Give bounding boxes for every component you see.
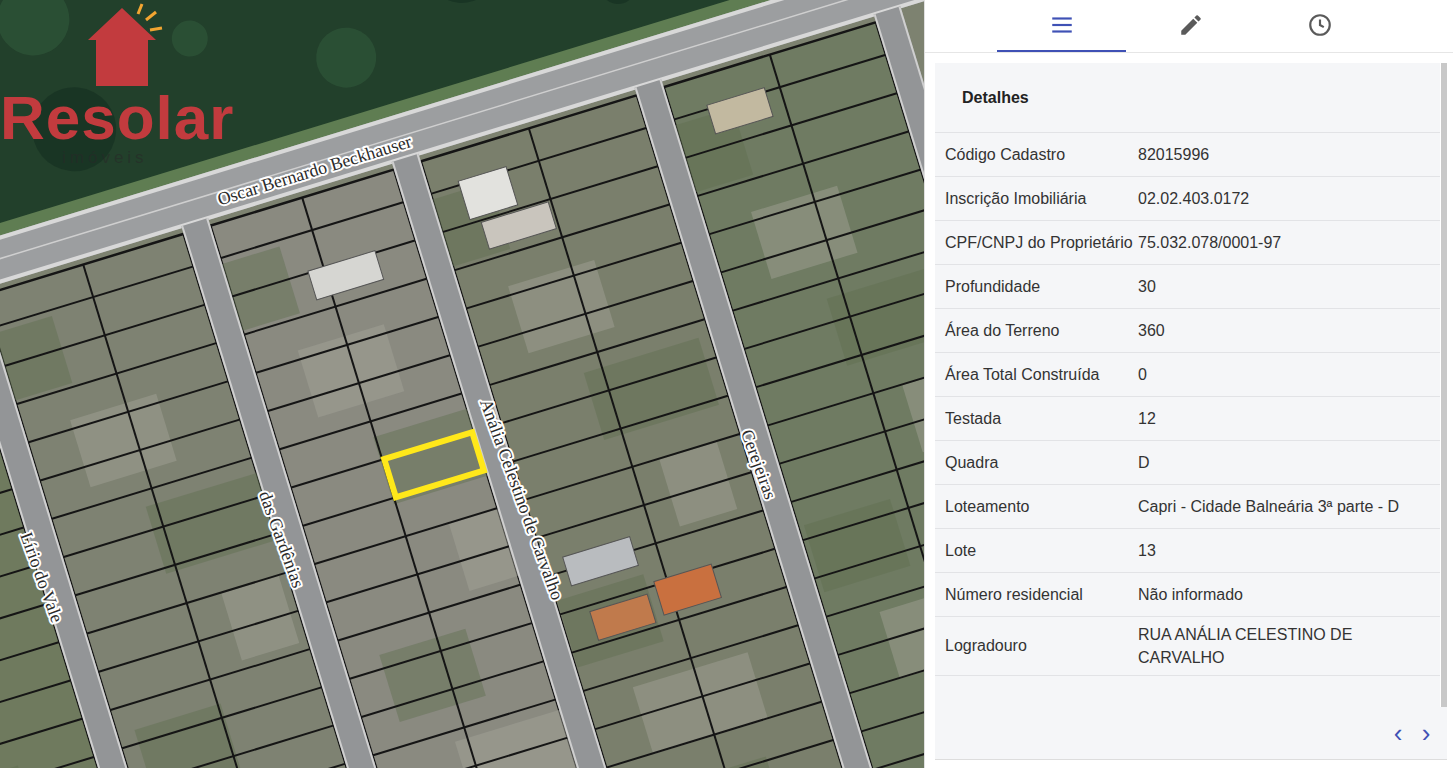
detail-label: Número residencial — [935, 578, 1138, 612]
scrollbar[interactable] — [1441, 63, 1447, 707]
house-logo-icon — [80, 0, 180, 90]
detail-value: 30 — [1138, 269, 1440, 304]
detail-row: Número residencialNão informado — [935, 573, 1440, 617]
pager: ‹› — [935, 707, 1447, 760]
street-label: Oscar Bernardo Beckhauser — [215, 131, 414, 209]
detail-row: Inscrição Imobiliária02.02.403.0172 — [935, 177, 1440, 221]
detail-label: Inscrição Imobiliária — [935, 182, 1138, 216]
tab-bar — [925, 0, 1453, 53]
details-panel: DetalhesCódigo Cadastro82015996Inscrição… — [924, 0, 1453, 768]
street-label: Anália Celestino de Carvalho — [476, 396, 567, 602]
detail-value: RUA ANÁLIA CELESTINO DE CARVALHO — [1138, 617, 1440, 675]
detail-value: 12 — [1138, 401, 1440, 436]
detail-row: LogradouroRUA ANÁLIA CELESTINO DE CARVAL… — [935, 617, 1440, 676]
tab-icon-holder — [1307, 12, 1333, 38]
detail-label: Área Total Construída — [935, 358, 1138, 392]
detail-value: Não informado — [1138, 577, 1440, 612]
detail-label: Logradouro — [935, 629, 1138, 663]
detail-label: Código Cadastro — [935, 138, 1138, 172]
detail-row: Código Cadastro82015996 — [935, 133, 1440, 177]
list-icon — [1049, 12, 1075, 38]
detail-value: 360 — [1138, 313, 1440, 348]
detail-label: Área do Terreno — [935, 314, 1138, 348]
detail-value: 82015996 — [1138, 137, 1440, 172]
detail-label: CPF/CNPJ do Proprietário — [935, 226, 1138, 260]
logo-tagline: imóveis — [62, 148, 148, 168]
tab-icon-holder — [1049, 12, 1075, 38]
street-label: das Gardênias — [255, 488, 308, 590]
tab[interactable] — [1255, 0, 1384, 52]
detail-row: CPF/CNPJ do Proprietário75.032.078/0001-… — [935, 221, 1440, 265]
detail-label: Quadra — [935, 446, 1138, 480]
tab[interactable] — [1126, 0, 1255, 52]
details-card: DetalhesCódigo Cadastro82015996Inscrição… — [935, 63, 1440, 707]
logo: Resolarimóveis — [0, 0, 270, 175]
tab-icon-holder — [1178, 12, 1204, 38]
detail-value: Capri - Cidade Balneária 3ª parte - D — [1138, 489, 1440, 524]
detail-row: QuadraD — [935, 441, 1440, 485]
detail-row: Área do Terreno360 — [935, 309, 1440, 353]
details-body: DetalhesCódigo Cadastro82015996Inscrição… — [925, 53, 1453, 707]
detail-row: Profundidade30 — [935, 265, 1440, 309]
detail-label: Lote — [935, 534, 1138, 568]
prev-button[interactable]: ‹ — [1387, 720, 1409, 746]
detail-row: Lote13 — [935, 529, 1440, 573]
street-label: Cerejeiras — [737, 427, 781, 502]
detail-value: 13 — [1138, 533, 1440, 568]
pencil-icon — [1178, 12, 1204, 38]
detail-value: 02.02.403.0172 — [1138, 181, 1440, 216]
logo-name: Resolar — [0, 84, 234, 152]
detail-value: D — [1138, 445, 1440, 480]
map[interactable]: Oscar Bernardo Beckhauser das Gardênias An… — [0, 0, 924, 768]
detail-value: 75.032.078/0001-97 — [1138, 225, 1440, 260]
detail-label: Profundidade — [935, 270, 1138, 304]
street-label: Lírio do Vale — [16, 529, 67, 625]
detail-label: Testada — [935, 402, 1138, 436]
detail-label: Loteamento — [935, 490, 1138, 524]
selected-lot[interactable] — [384, 432, 484, 497]
details-title: Detalhes — [935, 63, 1440, 133]
detail-value: 0 — [1138, 357, 1440, 392]
detail-row: Área Total Construída0 — [935, 353, 1440, 397]
clock-icon — [1307, 12, 1333, 38]
next-button[interactable]: › — [1415, 720, 1437, 746]
detail-row: LoteamentoCapri - Cidade Balneária 3ª pa… — [935, 485, 1440, 529]
tab[interactable] — [997, 0, 1126, 52]
detail-row: Testada12 — [935, 397, 1440, 441]
